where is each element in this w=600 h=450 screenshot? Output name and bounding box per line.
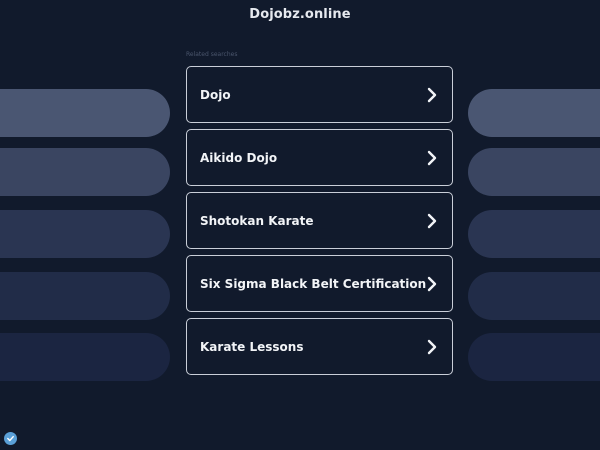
decorative-pill [0, 148, 170, 196]
decorative-pill [0, 210, 170, 258]
related-search-link-aikido-dojo[interactable]: Aikido Dojo [186, 129, 453, 186]
chevron-right-icon [427, 276, 437, 291]
related-searches-list: Dojo Aikido Dojo Shotokan Karate Six Sig… [186, 66, 453, 381]
related-search-label: Dojo [200, 87, 231, 102]
related-searches-label: Related searches [186, 51, 238, 58]
checkmark-icon [7, 435, 14, 442]
related-search-label: Aikido Dojo [200, 150, 278, 165]
decorative-pill [468, 210, 600, 258]
related-search-link-dojo[interactable]: Dojo [186, 66, 453, 123]
chevron-right-icon [427, 150, 437, 165]
decorative-pill [468, 89, 600, 137]
related-search-link-shotokan-karate[interactable]: Shotokan Karate [186, 192, 453, 249]
chevron-right-icon [427, 339, 437, 354]
decorative-pill [468, 272, 600, 320]
decorative-pill [468, 333, 600, 381]
related-search-link-six-sigma[interactable]: Six Sigma Black Belt Certification [186, 255, 453, 312]
decorative-pill [0, 333, 170, 381]
related-search-link-karate-lessons[interactable]: Karate Lessons [186, 318, 453, 375]
privacy-shield-icon[interactable] [4, 432, 17, 445]
parked-domain-page: Dojobz.online Related searches Dojo Aiki… [0, 0, 600, 450]
decorative-pill [468, 148, 600, 196]
related-search-label: Shotokan Karate [200, 213, 314, 228]
chevron-right-icon [427, 87, 437, 102]
related-search-label: Six Sigma Black Belt Certification [200, 276, 427, 291]
decorative-pill [0, 272, 170, 320]
decorative-pill [0, 89, 170, 137]
site-title: Dojobz.online [249, 7, 351, 22]
related-search-label: Karate Lessons [200, 339, 304, 354]
chevron-right-icon [427, 213, 437, 228]
